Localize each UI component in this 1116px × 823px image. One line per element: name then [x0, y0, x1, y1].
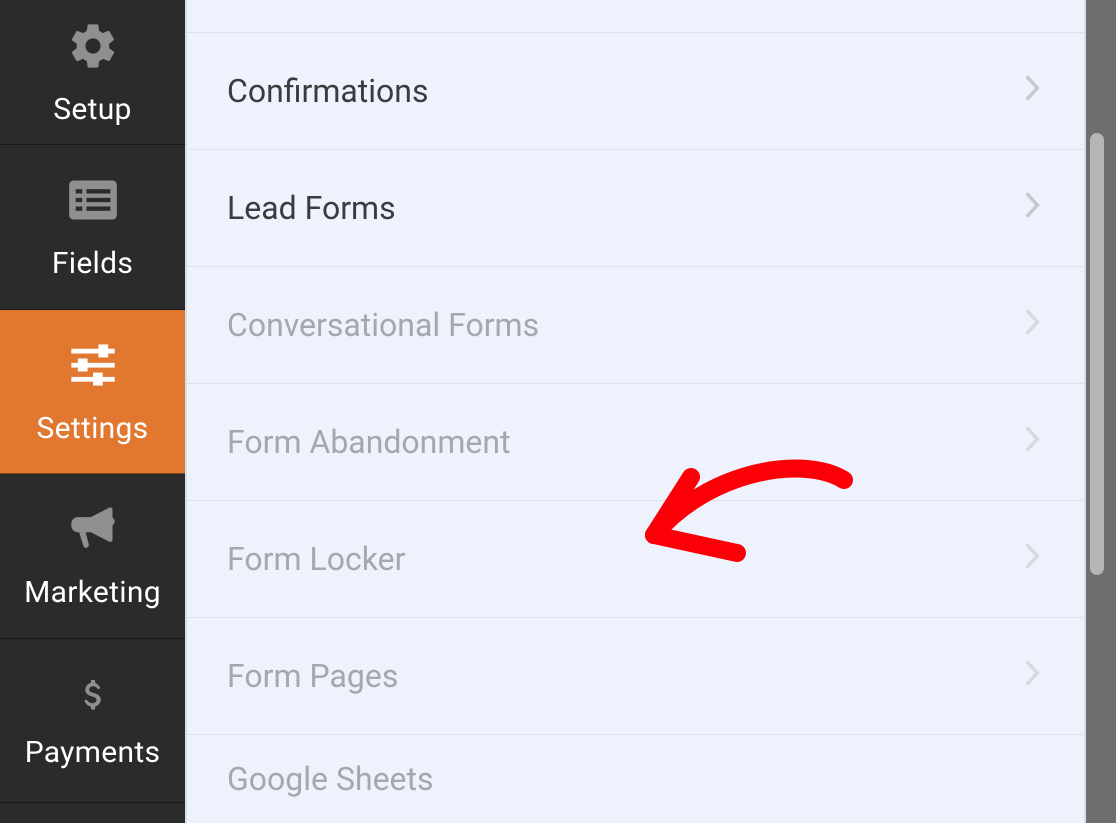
sidebar-item-label: Settings	[37, 411, 149, 446]
list-icon	[65, 172, 121, 228]
row-label: Form Abandonment	[227, 423, 511, 461]
sidebar-item-setup[interactable]: Setup	[0, 0, 185, 145]
bullhorn-icon	[65, 501, 121, 557]
row-label: Lead Forms	[227, 189, 396, 227]
settings-row-form-abandonment[interactable]: Form Abandonment	[187, 384, 1084, 501]
settings-row-lead-forms[interactable]: Lead Forms	[187, 150, 1084, 267]
chevron-right-icon	[1026, 543, 1044, 575]
chevron-right-icon	[1026, 309, 1044, 341]
row-label: Form Pages	[227, 657, 398, 695]
sidebar-item-payments[interactable]: Payments	[0, 639, 185, 804]
sidebar-item-marketing[interactable]: Marketing	[0, 474, 185, 639]
chevron-right-icon	[1026, 75, 1044, 107]
sidebar-item-label: Payments	[25, 735, 161, 770]
content-wrap: Confirmations Lead Forms Conversational …	[185, 0, 1116, 823]
settings-row-conversational-forms[interactable]: Conversational Forms	[187, 267, 1084, 384]
sidebar-item-label: Marketing	[24, 575, 161, 610]
row-label: Form Locker	[227, 540, 405, 578]
settings-row-form-pages[interactable]: Form Pages	[187, 618, 1084, 735]
chevron-right-icon	[1026, 660, 1044, 692]
settings-row-form-locker[interactable]: Form Locker	[187, 501, 1084, 618]
settings-panel: Confirmations Lead Forms Conversational …	[185, 0, 1086, 823]
scrollbar-thumb[interactable]	[1090, 133, 1104, 575]
list-spacer	[187, 0, 1084, 33]
settings-row-google-sheets[interactable]: Google Sheets	[187, 735, 1084, 823]
row-label: Google Sheets	[227, 760, 434, 798]
sidebar: Setup Fields Settings	[0, 0, 185, 823]
gear-icon	[65, 18, 121, 74]
chevron-right-icon	[1026, 426, 1044, 458]
row-label: Confirmations	[227, 72, 428, 110]
sidebar-item-settings[interactable]: Settings	[0, 310, 185, 475]
scrollbar-track[interactable]	[1086, 0, 1116, 823]
sliders-icon	[65, 337, 121, 393]
app-root: Setup Fields Settings	[0, 0, 1116, 823]
chevron-right-icon	[1026, 192, 1044, 224]
dollar-icon	[65, 671, 121, 717]
sidebar-item-fields[interactable]: Fields	[0, 145, 185, 310]
row-label: Conversational Forms	[227, 306, 539, 344]
settings-row-confirmations[interactable]: Confirmations	[187, 33, 1084, 150]
sidebar-item-label: Setup	[53, 92, 131, 127]
sidebar-item-label: Fields	[52, 246, 133, 281]
